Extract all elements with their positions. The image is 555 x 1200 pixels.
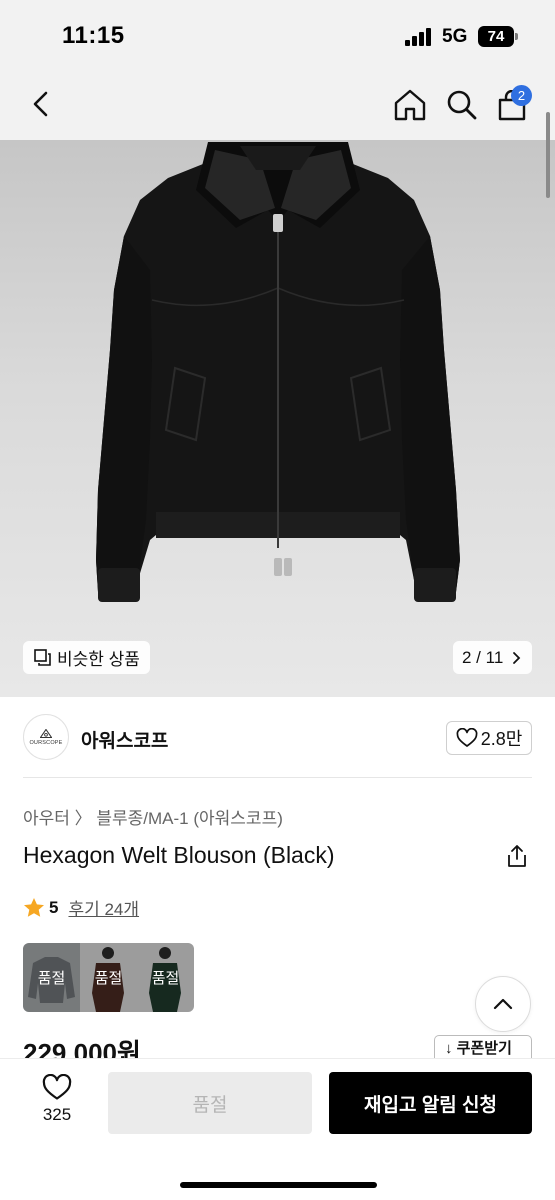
- status-bar: 11:15 5G 74: [0, 0, 555, 72]
- chevron-up-icon: [493, 998, 513, 1010]
- brand-logo[interactable]: OURSCOPE: [23, 714, 69, 760]
- wishlist-button[interactable]: 325: [30, 1074, 84, 1125]
- battery-icon: 74: [478, 26, 514, 47]
- brand-like-button[interactable]: 2.8만: [446, 721, 532, 755]
- status-time: 11:15: [62, 22, 125, 49]
- brand-logo-text: OURSCOPE: [29, 739, 63, 746]
- heart-icon: [42, 1074, 72, 1100]
- network-label: 5G: [442, 26, 468, 47]
- battery-tip: [515, 33, 518, 40]
- restock-alert-button[interactable]: 재입고 알림 신청: [329, 1072, 532, 1134]
- wishlist-count: 325: [42, 1105, 72, 1124]
- search-icon[interactable]: [446, 89, 478, 126]
- soldout-label: 품절: [137, 943, 194, 1012]
- image-counter-label: 2 / 11: [462, 647, 504, 667]
- back-icon[interactable]: [30, 90, 52, 123]
- rating-score: 5: [49, 897, 59, 917]
- home-icon[interactable]: [393, 88, 427, 126]
- soldout-button[interactable]: 품절: [108, 1072, 312, 1134]
- product-title: Hexagon Welt Blouson (Black): [23, 842, 335, 868]
- coupon-button[interactable]: ↓ 쿠폰받기: [434, 1035, 532, 1058]
- scrollbar[interactable]: [546, 112, 550, 198]
- chevron-right-icon: [513, 651, 521, 664]
- soldout-label: 품절: [23, 943, 80, 1012]
- color-option-green[interactable]: 품절: [137, 943, 194, 1012]
- divider: [23, 777, 532, 778]
- soldout-label: 품절: [80, 943, 137, 1012]
- similar-icon: [34, 649, 51, 666]
- heart-icon: [456, 728, 478, 747]
- star-icon: [24, 898, 44, 917]
- product-image[interactable]: [0, 140, 555, 697]
- brand-logo-mark: [40, 728, 52, 738]
- image-counter-button[interactable]: 2 / 11: [453, 641, 532, 674]
- similar-products-button[interactable]: 비슷한 상품: [23, 641, 150, 674]
- jacket-image: [96, 142, 460, 602]
- scroll-to-top-button[interactable]: [475, 976, 531, 1032]
- color-options: 품절 품절 품절: [23, 943, 194, 1012]
- rating-row: 5 후기 24개: [23, 895, 139, 920]
- home-indicator: [180, 1182, 377, 1188]
- similar-products-label: 비슷한 상품: [57, 650, 140, 669]
- brand-name[interactable]: 아워스코프: [81, 726, 168, 753]
- product-price: 229,000원: [23, 1038, 141, 1058]
- breadcrumb[interactable]: 아우터 〉 블루종/MA-1 (아워스코프): [23, 804, 283, 829]
- color-option-gray[interactable]: 품절: [23, 943, 80, 1012]
- color-option-brown[interactable]: 품절: [80, 943, 137, 1012]
- review-link[interactable]: 후기 24개: [68, 895, 139, 920]
- share-icon[interactable]: [506, 844, 528, 873]
- brand-like-count: 2.8만: [480, 729, 523, 749]
- cart-count-badge: 2: [511, 85, 532, 106]
- signal-icon: [405, 28, 435, 46]
